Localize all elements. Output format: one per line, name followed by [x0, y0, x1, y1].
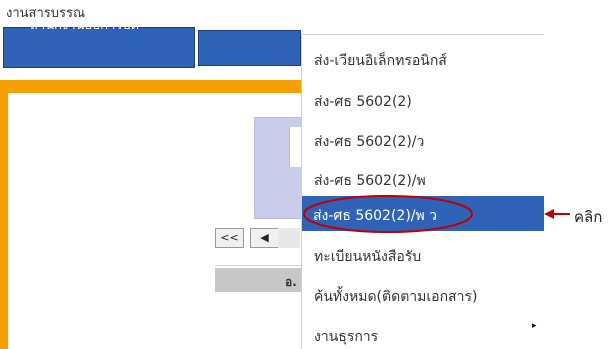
table-header-label: อ. [285, 275, 297, 289]
menu-item-send-5602-2-p[interactable]: ส่ง-ศธ 5602(2)/พ [314, 170, 426, 192]
chevron-right-icon: ▸ [86, 6, 91, 16]
orange-side-bar [0, 80, 8, 349]
annotation-ellipse [303, 195, 473, 233]
annotation-arrow-icon [544, 209, 570, 219]
dropdown-menu: ส่ง-เวียนอิเล็กทรอนิกส์ ส่ง-ศธ 5602(2) ส… [301, 34, 544, 349]
annotation-label: คลิก [574, 208, 603, 226]
menu-item-search-all[interactable]: ค้นทั้งหมด(ติดตามเอกสาร) [314, 286, 477, 308]
table-divider [215, 265, 301, 266]
menu-item-send-5602-2-w[interactable]: ส่ง-ศธ 5602(2)/ว [314, 131, 424, 153]
menu-item-send-circular-electronic[interactable]: ส่ง-เวียนอิเล็กทรอนิกส์ [314, 50, 447, 72]
menu-item-receive-register[interactable]: ทะเบียนหนังสือรับ [314, 246, 421, 268]
menu-item-send-5602-2[interactable]: ส่ง-ศธ 5602(2) [314, 91, 412, 113]
menu-sasan-label: สสน. [25, 15, 54, 30]
chevron-right-icon: ▸ [532, 321, 537, 331]
orange-header-bar [0, 80, 303, 93]
chevron-right-icon: ▸ [179, 8, 184, 18]
menu-item-administration[interactable]: งานธุรการ [314, 326, 378, 348]
first-page-button[interactable]: << [215, 228, 244, 248]
previous-page-button[interactable]: ◀ [250, 228, 279, 248]
menu-sasan[interactable] [198, 30, 301, 66]
pager-strip [278, 228, 300, 248]
